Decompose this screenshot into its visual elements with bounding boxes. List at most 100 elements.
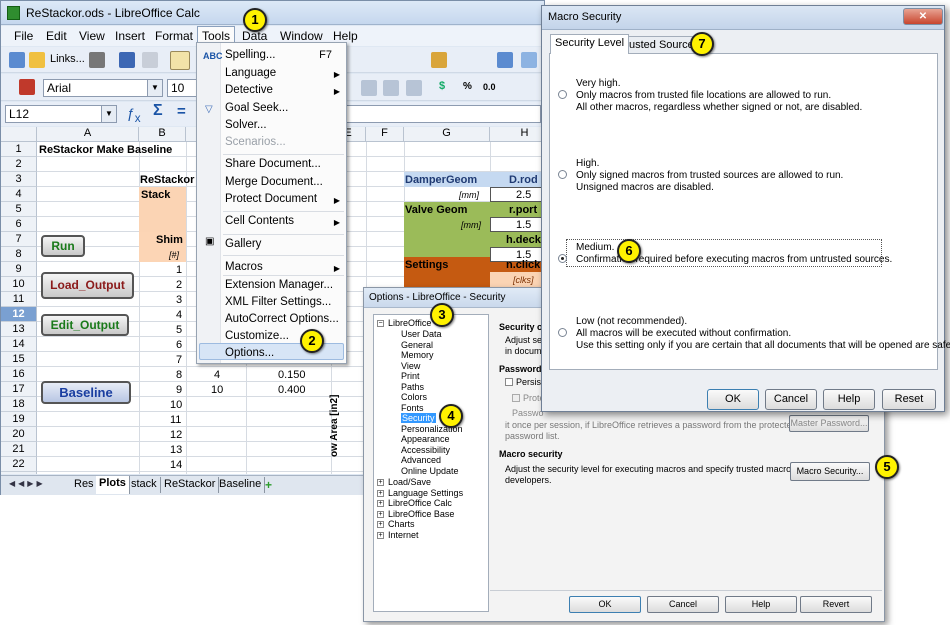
run-button[interactable]: Run	[41, 235, 85, 257]
tree-expand-icon[interactable]: +	[377, 510, 384, 518]
styles-icon[interactable]	[19, 79, 35, 95]
tree-item-general[interactable]: General	[401, 340, 433, 350]
menu-item-macros[interactable]: Macros	[225, 261, 263, 273]
edit-output-button[interactable]: Edit_Output	[41, 314, 129, 336]
tree-item-load-save[interactable]: Load/Save	[388, 477, 431, 487]
menu-item-autocorrect-options[interactable]: AutoCorrect Options...	[225, 313, 339, 325]
row-header-19[interactable]: 19	[1, 412, 37, 427]
column-header-f[interactable]: F	[366, 127, 404, 142]
tree-item-accessibility[interactable]: Accessibility	[401, 445, 450, 455]
menu-item-solver[interactable]: Solver...	[225, 119, 267, 131]
row-header-6[interactable]: 6	[1, 217, 37, 232]
currency-icon[interactable]: $	[439, 80, 445, 92]
tree-expand-icon[interactable]: +	[377, 521, 384, 528]
options-cancel-button[interactable]: Cancel	[647, 596, 719, 613]
tree-item-view[interactable]: View	[401, 361, 420, 371]
tree-item-user-data[interactable]: User Data	[401, 329, 442, 339]
row-header-23[interactable]: 23	[1, 472, 37, 474]
tree-item-security[interactable]: Security	[401, 413, 436, 423]
menu-edit[interactable]: Edit	[46, 29, 67, 43]
tree-item-memory[interactable]: Memory	[401, 350, 434, 360]
tree-item-language-settings[interactable]: Language Settings	[388, 488, 463, 498]
gallery-icon[interactable]	[521, 52, 537, 68]
macro-cancel-button[interactable]: Cancel	[765, 389, 817, 410]
menu-item-detective[interactable]: Detective	[225, 84, 273, 96]
options-revert-button[interactable]: Revert	[800, 596, 872, 613]
close-icon[interactable]: ✕	[903, 8, 943, 25]
save-icon[interactable]	[119, 52, 135, 68]
menu-view[interactable]: View	[79, 29, 105, 43]
tree-item-colors[interactable]: Colors	[401, 392, 427, 402]
row-header-15[interactable]: 15	[1, 352, 37, 367]
row-header-21[interactable]: 21	[1, 442, 37, 457]
row-header-16[interactable]: 16	[1, 367, 37, 382]
edit-file-icon[interactable]	[170, 51, 190, 70]
row-header-20[interactable]: 20	[1, 427, 37, 442]
row-header-22[interactable]: 22	[1, 457, 37, 472]
row-header-11[interactable]: 11	[1, 292, 37, 307]
tree-item-libreoffice-calc[interactable]: LibreOffice Calc	[388, 498, 452, 508]
row-header-14[interactable]: 14	[1, 337, 37, 352]
menu-item-spelling[interactable]: Spelling...	[225, 49, 276, 61]
tree-item-charts[interactable]: Charts	[388, 519, 415, 529]
menu-item-gallery[interactable]: Gallery	[225, 238, 261, 250]
tree-expand-icon[interactable]: +	[377, 500, 384, 507]
links-button[interactable]: Links...	[50, 53, 85, 65]
tree-item-print[interactable]: Print	[401, 371, 420, 381]
align-right-icon[interactable]	[406, 80, 422, 96]
persist-checkbox[interactable]	[505, 378, 513, 386]
row-header-18[interactable]: 18	[1, 397, 37, 412]
row-header-3[interactable]: 3	[1, 172, 37, 187]
radio-very-high[interactable]	[558, 90, 567, 99]
percent-icon[interactable]: %	[463, 81, 472, 92]
tab-plots[interactable]: Plots	[96, 476, 130, 494]
menu-item-share-document[interactable]: Share Document...	[225, 158, 321, 170]
printer-icon[interactable]	[89, 52, 105, 68]
menu-help[interactable]: Help	[333, 29, 358, 43]
menu-format[interactable]: Format	[155, 29, 193, 43]
radio-high[interactable]	[558, 170, 567, 179]
macro-help-button[interactable]: Help	[823, 389, 875, 410]
tree-item-internet[interactable]: Internet	[388, 530, 419, 540]
menu-item-extension-manager[interactable]: Extension Manager...	[225, 279, 333, 291]
equals-icon[interactable]: =	[177, 103, 186, 120]
add-sheet-icon[interactable]: +	[265, 478, 272, 492]
row-header-12[interactable]: 12	[1, 307, 37, 322]
tab-stack[interactable]: stack	[128, 477, 161, 493]
master-password-button[interactable]: Master Password...	[789, 415, 869, 432]
function-wizard-icon[interactable]: ƒx	[127, 105, 141, 125]
row-header-13[interactable]: 13	[1, 322, 37, 337]
column-header-h[interactable]: H	[490, 127, 546, 142]
corner-select-all[interactable]	[1, 127, 37, 142]
row-header-9[interactable]: 9	[1, 262, 37, 277]
macro-reset-button[interactable]: Reset	[882, 389, 936, 410]
tree-expand-icon[interactable]: +	[377, 489, 384, 497]
tab-nav-arrows-icon[interactable]: ◀◀▶▶	[9, 479, 46, 488]
menu-item-cell-contents[interactable]: Cell Contents	[225, 215, 294, 227]
row-header-2[interactable]: 2	[1, 157, 37, 172]
sum-icon[interactable]: Σ	[153, 102, 163, 120]
row-header-8[interactable]: 8	[1, 247, 37, 262]
column-header-g[interactable]: G	[404, 127, 490, 142]
align-center-icon[interactable]	[383, 80, 399, 96]
row-header-5[interactable]: 5	[1, 202, 37, 217]
navigator-icon[interactable]	[497, 52, 513, 68]
tree-item-online-update[interactable]: Online Update	[401, 466, 459, 476]
column-header-a[interactable]: A	[37, 127, 139, 142]
protect-checkbox[interactable]	[512, 394, 520, 402]
menu-insert[interactable]: Insert	[115, 29, 145, 43]
chevron-down-icon[interactable]: ▼	[147, 80, 162, 96]
menu-item-customize[interactable]: Customize...	[225, 330, 289, 342]
macro-ok-button[interactable]: OK	[707, 389, 759, 410]
tree-item-fonts[interactable]: Fonts	[401, 403, 424, 413]
tree-root-libreoffice[interactable]: LibreOffice	[388, 318, 431, 328]
tree-item-advanced[interactable]: Advanced	[401, 455, 441, 465]
new-doc-icon[interactable]	[9, 52, 25, 68]
load-output-button[interactable]: Load_Output	[41, 272, 134, 299]
row-header-1[interactable]: 1	[1, 142, 37, 157]
tab-restackor[interactable]: ReStackor	[161, 477, 220, 493]
align-left-icon[interactable]	[361, 80, 377, 96]
menu-window[interactable]: Window	[280, 29, 323, 43]
tab-security-level[interactable]: Security Level	[550, 34, 630, 54]
baseline-button[interactable]: Baseline	[41, 381, 131, 404]
